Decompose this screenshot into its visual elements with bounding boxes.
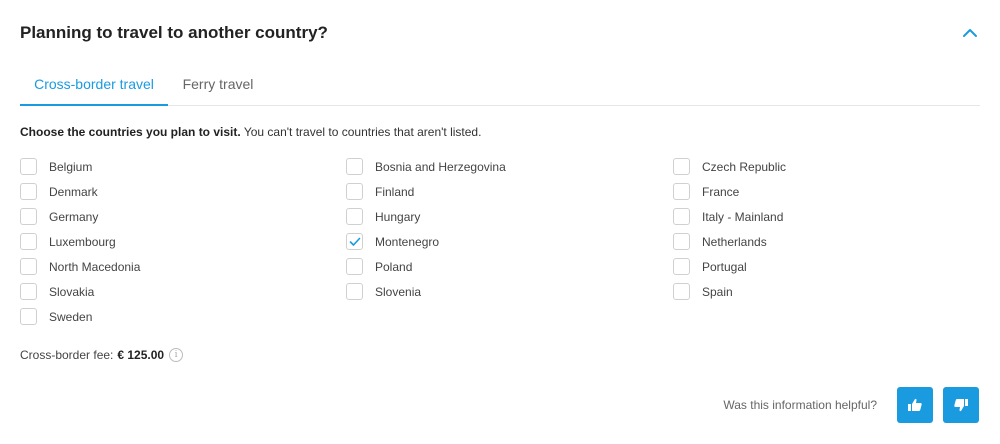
- country-checkbox[interactable]: [673, 183, 690, 200]
- country-option-portugal[interactable]: Portugal: [673, 254, 973, 279]
- country-checkbox[interactable]: [673, 233, 690, 250]
- country-option-sweden[interactable]: Sweden: [20, 304, 320, 329]
- country-option-france[interactable]: France: [673, 179, 973, 204]
- country-label: Spain: [702, 284, 733, 299]
- tab-ferry-travel[interactable]: Ferry travel: [168, 66, 268, 106]
- thumbs-down-button[interactable]: [943, 387, 979, 423]
- country-option-finland[interactable]: Finland: [346, 179, 646, 204]
- country-option-poland[interactable]: Poland: [346, 254, 646, 279]
- country-option-netherlands[interactable]: Netherlands: [673, 229, 973, 254]
- info-icon[interactable]: i: [169, 348, 184, 362]
- country-option-denmark[interactable]: Denmark: [20, 179, 320, 204]
- tab-cross-border-travel[interactable]: Cross-border travel: [20, 66, 168, 106]
- chevron-up-icon[interactable]: [960, 23, 980, 43]
- country-checkbox[interactable]: [673, 208, 690, 225]
- country-option-slovakia[interactable]: Slovakia: [20, 279, 320, 304]
- country-label: Finland: [375, 184, 415, 199]
- country-label: Slovenia: [375, 284, 422, 299]
- panel-title: Planning to travel to another country?: [20, 23, 328, 42]
- country-label: Poland: [375, 259, 413, 274]
- country-option-czech-republic[interactable]: Czech Republic: [673, 154, 973, 179]
- country-option-hungary[interactable]: Hungary: [346, 204, 646, 229]
- cross-border-fee: Cross-border fee: € 125.00 i: [20, 348, 184, 362]
- feedback-question: Was this information helpful?: [723, 398, 877, 412]
- country-checkbox[interactable]: [20, 208, 37, 225]
- travel-panel: Planning to travel to another country? C…: [0, 0, 1000, 444]
- country-checkbox[interactable]: [346, 158, 363, 175]
- country-option-germany[interactable]: Germany: [20, 204, 320, 229]
- country-checkbox[interactable]: [20, 308, 37, 325]
- country-label: Bosnia and Herzegovina: [375, 159, 506, 174]
- panel-header[interactable]: Planning to travel to another country?: [20, 20, 980, 46]
- country-label: North Macedonia: [49, 259, 141, 274]
- country-label: Denmark: [49, 184, 98, 199]
- country-label: Luxembourg: [49, 234, 116, 249]
- country-label: Hungary: [375, 209, 421, 224]
- country-option-bosnia-and-herzegovina[interactable]: Bosnia and Herzegovina: [346, 154, 646, 179]
- country-label: France: [702, 184, 740, 199]
- instruction-bold: Choose the countries you plan to visit.: [20, 125, 241, 139]
- country-column-1: Belgium Denmark Germany Luxembourg North Mac…: [20, 154, 320, 329]
- country-label: Sweden: [49, 309, 93, 324]
- fee-value: € 125.00: [117, 348, 165, 362]
- country-checkbox[interactable]: [673, 258, 690, 275]
- thumbs-up-icon: [908, 398, 922, 411]
- country-label: Belgium: [49, 159, 93, 174]
- instruction-rest: You can't travel to countries that aren'…: [240, 125, 482, 139]
- fee-label: Cross-border fee:: [20, 348, 114, 362]
- country-option-slovenia[interactable]: Slovenia: [346, 279, 646, 304]
- country-label: Italy - Mainland: [702, 209, 784, 224]
- country-option-belgium[interactable]: Belgium: [20, 154, 320, 179]
- country-label: Netherlands: [702, 234, 767, 249]
- country-checkbox[interactable]: [346, 233, 363, 250]
- instruction-text: Choose the countries you plan to visit. …: [20, 125, 481, 139]
- country-label: Portugal: [702, 259, 747, 274]
- country-checkbox[interactable]: [673, 283, 690, 300]
- country-checkbox[interactable]: [346, 258, 363, 275]
- country-checkbox[interactable]: [20, 183, 37, 200]
- country-checkbox[interactable]: [20, 258, 37, 275]
- country-option-spain[interactable]: Spain: [673, 279, 973, 304]
- country-checkbox[interactable]: [346, 208, 363, 225]
- country-option-luxembourg[interactable]: Luxembourg: [20, 229, 320, 254]
- feedback-bar: Was this information helpful?: [723, 387, 979, 423]
- country-label: Montenegro: [375, 234, 440, 249]
- country-column-2: Bosnia and Herzegovina Finland Hungary Mont…: [346, 154, 646, 304]
- country-option-montenegro[interactable]: Montenegro: [346, 229, 646, 254]
- country-checkbox[interactable]: [673, 158, 690, 175]
- checkmark-icon: [349, 237, 361, 246]
- country-column-3: Czech Republic France Italy - Mainland Neth…: [673, 154, 973, 304]
- tab-bar: Cross-border travel Ferry travel: [20, 66, 980, 106]
- country-label: Czech Republic: [702, 159, 787, 174]
- country-checkbox[interactable]: [20, 283, 37, 300]
- country-option-italy-mainland[interactable]: Italy - Mainland: [673, 204, 973, 229]
- country-label: Germany: [49, 209, 99, 224]
- country-option-north-macedonia[interactable]: North Macedonia: [20, 254, 320, 279]
- thumbs-up-button[interactable]: [897, 387, 933, 423]
- thumbs-down-icon: [954, 399, 968, 412]
- country-checkbox[interactable]: [346, 283, 363, 300]
- country-label: Slovakia: [49, 284, 95, 299]
- country-checkbox[interactable]: [20, 158, 37, 175]
- country-checkbox[interactable]: [20, 233, 37, 250]
- country-checkbox[interactable]: [346, 183, 363, 200]
